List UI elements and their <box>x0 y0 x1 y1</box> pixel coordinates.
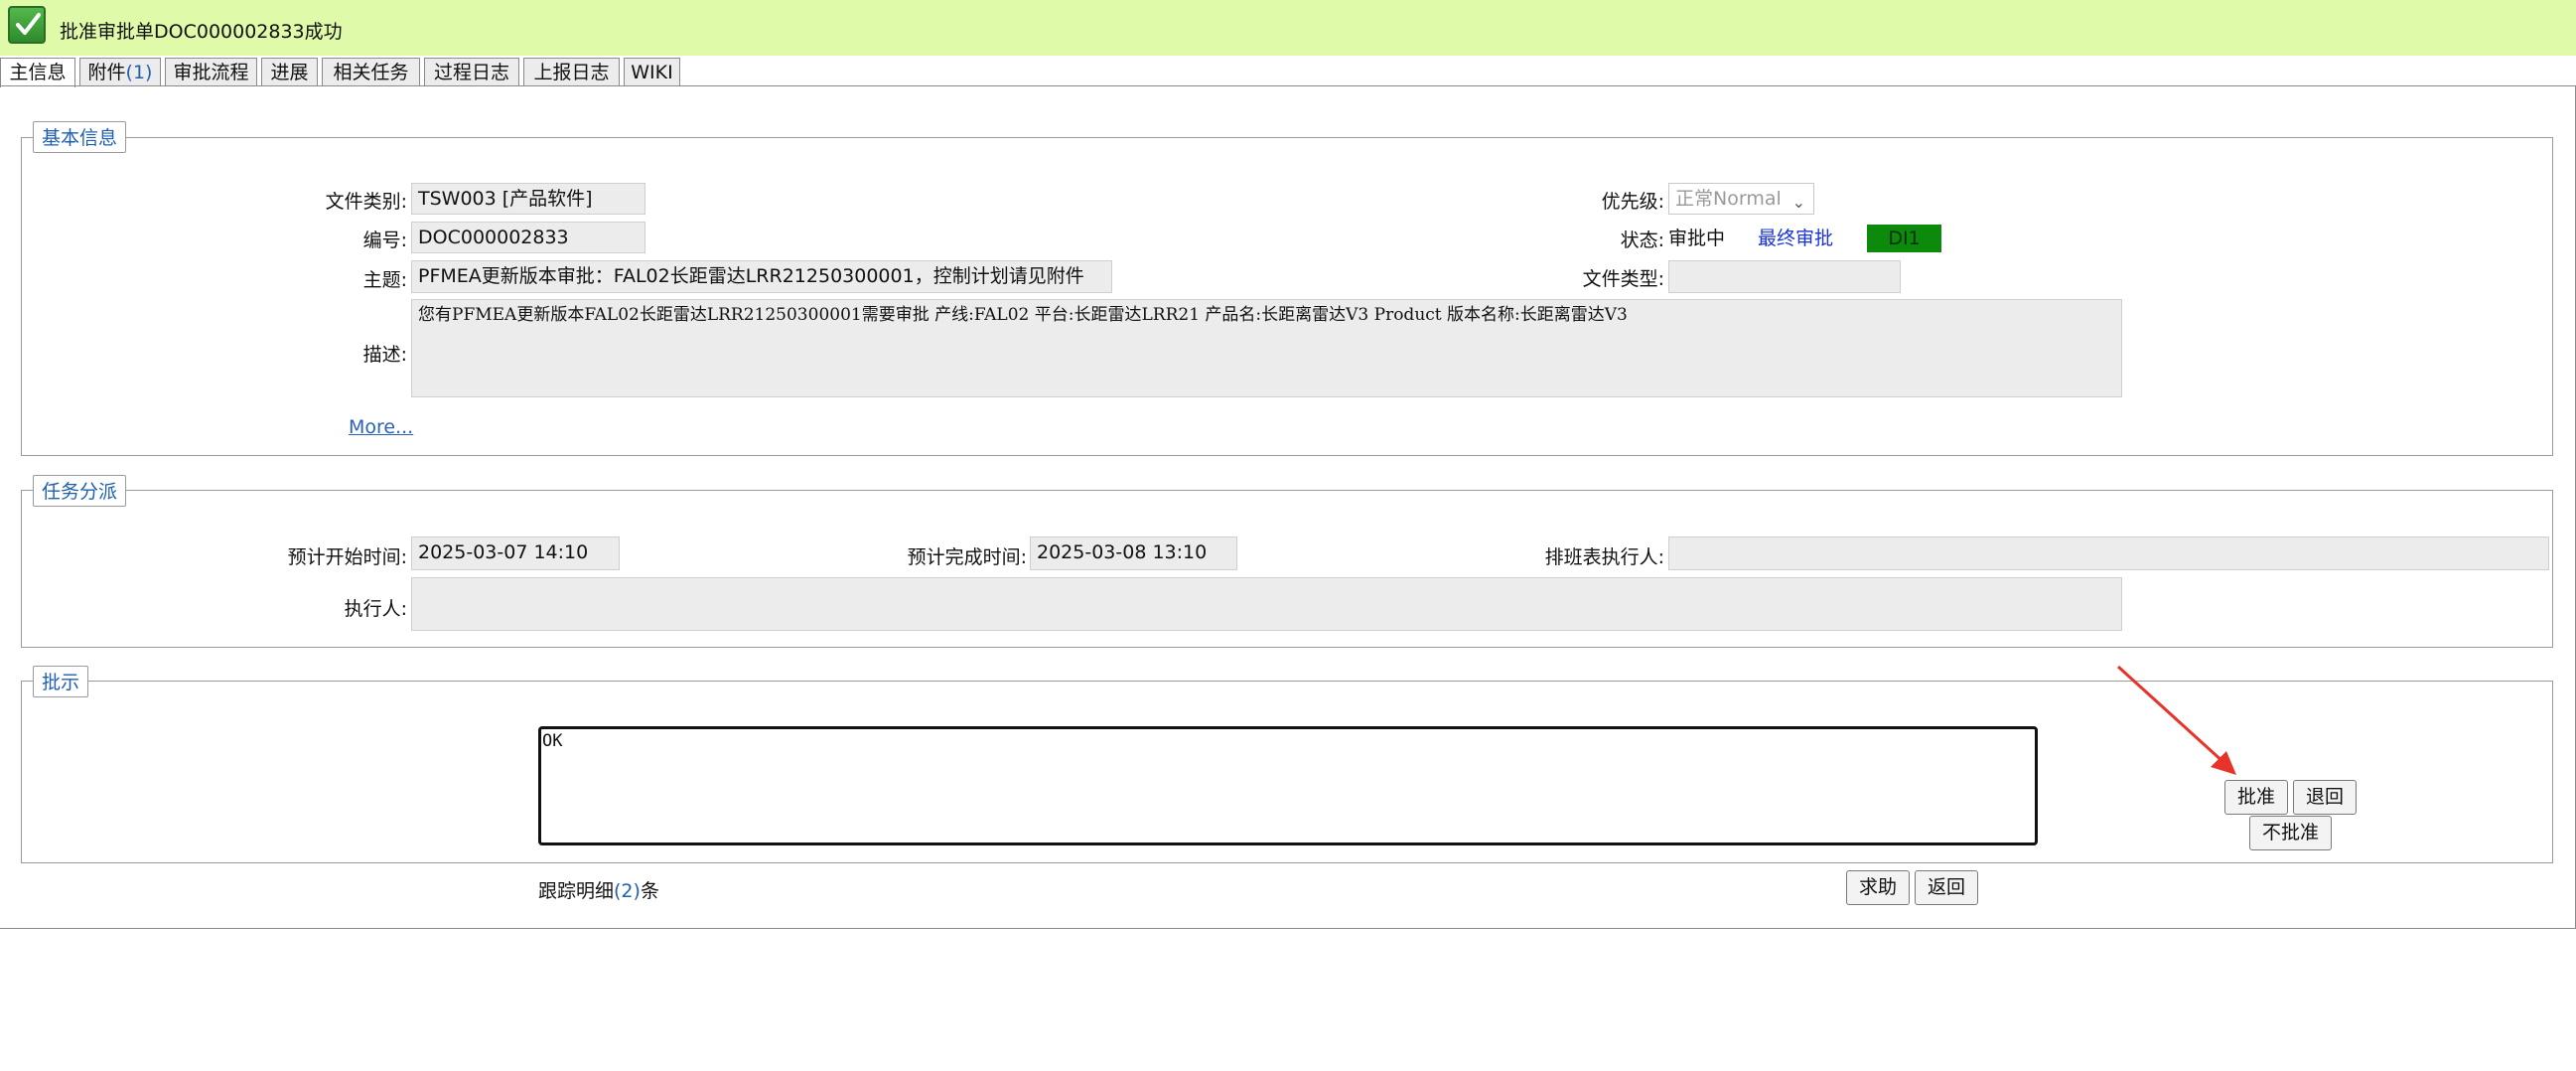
approval-comment-textarea[interactable]: OK <box>538 726 2038 845</box>
trace-detail-text: 跟踪明细(2)条 <box>538 876 659 903</box>
tab-label: 附件 <box>87 62 126 83</box>
basic-info-section <box>21 137 2553 456</box>
end-time-label: 预计完成时间: <box>907 546 1027 568</box>
red-arrow-annotation-icon <box>2116 665 2236 775</box>
tab-label: 过程日志 <box>433 62 509 83</box>
subject-field: PFMEA更新版本审批：FAL02长距雷达LRR21250300001，控制计划… <box>411 260 1112 293</box>
priority-value: 正常Normal <box>1675 188 1782 210</box>
tab-wiki[interactable]: WIKI <box>624 58 680 85</box>
number-field: DOC000002833 <box>411 222 645 253</box>
start-time-field: 2025-03-07 14:10 <box>411 536 620 570</box>
check-icon <box>8 6 46 44</box>
tab-label: 上报日志 <box>533 62 610 83</box>
number-label: 编号: <box>362 230 407 251</box>
basic-info-legend: 基本信息 <box>33 121 127 153</box>
help-button[interactable]: 求助 <box>1846 870 1910 905</box>
end-time-field: 2025-03-08 13:10 <box>1030 536 1237 570</box>
trace-prefix: 跟踪明细 <box>538 880 615 902</box>
trace-count-link[interactable]: (2) <box>614 880 641 902</box>
reject-button[interactable]: 不批准 <box>2249 816 2332 850</box>
subject-label: 主题: <box>362 269 407 291</box>
schedule-executor-field <box>1668 536 2549 570</box>
tab-attachments[interactable]: 附件(1) <box>79 58 161 85</box>
trace-suffix: 条 <box>640 880 659 902</box>
tab-label: 主信息 <box>9 62 67 83</box>
priority-label: 优先级: <box>1601 191 1664 213</box>
tab-related-tasks[interactable]: 相关任务 <box>322 58 420 85</box>
tab-label: 审批流程 <box>173 62 249 83</box>
back-button[interactable]: 返回 <box>1915 870 1978 905</box>
tab-label: WIKI <box>631 62 673 83</box>
priority-select[interactable]: 正常Normal ⌄ <box>1668 183 1814 215</box>
return-button[interactable]: 退回 <box>2293 780 2357 815</box>
approval-legend: 批示 <box>33 666 89 697</box>
file-type-field <box>1668 260 1901 293</box>
attachment-count: (1) <box>125 62 153 83</box>
tab-process-log[interactable]: 过程日志 <box>424 58 519 85</box>
doc-category-label: 文件类别: <box>325 191 407 213</box>
tab-approval-flow[interactable]: 审批流程 <box>165 58 257 85</box>
success-message: 批准审批单DOC000002833成功 <box>60 21 343 43</box>
executor-label: 执行人: <box>344 598 407 620</box>
chevron-down-icon: ⌄ <box>1791 193 1805 212</box>
doc-category-field: TSW003 [产品软件] <box>411 183 645 215</box>
start-time-label: 预计开始时间: <box>287 546 407 568</box>
tab-label: 进展 <box>270 62 309 83</box>
file-type-label: 文件类型: <box>1582 268 1664 290</box>
success-banner <box>0 0 2576 56</box>
tab-report-log[interactable]: 上报日志 <box>523 58 620 85</box>
status-value: 审批中 <box>1668 228 1726 249</box>
tab-label: 相关任务 <box>333 62 409 83</box>
more-link[interactable]: More... <box>349 416 413 438</box>
dl-badge: DI1 <box>1867 225 1941 252</box>
schedule-executor-label: 排班表执行人: <box>1544 546 1664 568</box>
description-field: 您有PFMEA更新版本FAL02长距雷达LRR21250300001需要审批 产… <box>411 299 2122 397</box>
tab-main-info[interactable]: 主信息 <box>0 58 75 87</box>
tab-progress[interactable]: 进展 <box>261 58 318 85</box>
description-label: 描述: <box>362 344 407 366</box>
executor-field <box>411 577 2122 631</box>
status-label: 状态: <box>1620 230 1664 251</box>
task-assignment-legend: 任务分派 <box>33 475 127 507</box>
approve-button[interactable]: 批准 <box>2224 780 2288 815</box>
final-approval-label: 最终审批 <box>1758 228 1834 249</box>
